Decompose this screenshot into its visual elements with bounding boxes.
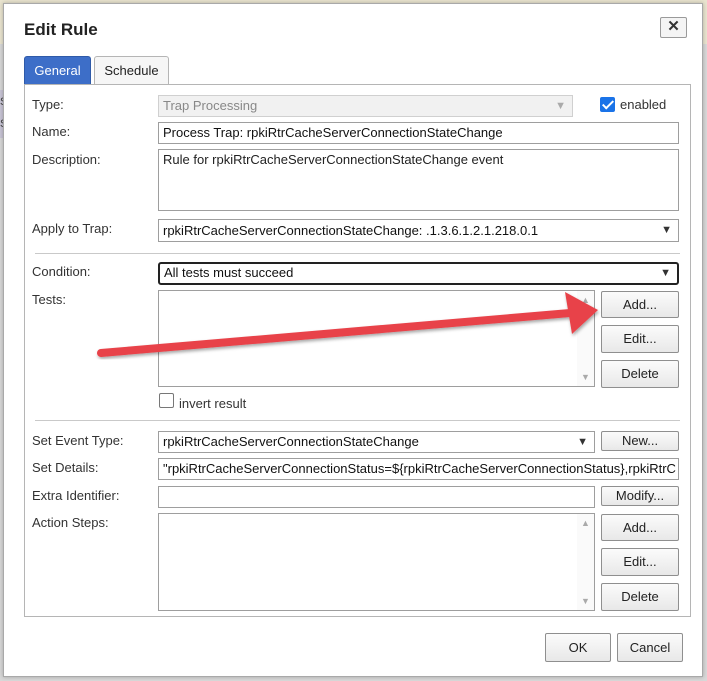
action-steps-list[interactable]: ▲ ▼	[158, 513, 595, 611]
action-steps-add-button[interactable]: Add...	[601, 514, 679, 541]
apply-to-trap-select[interactable]: rpkiRtrCacheServerConnectionStateChange:…	[158, 219, 679, 242]
ok-button[interactable]: OK	[545, 633, 611, 662]
condition-label: Condition:	[32, 264, 91, 279]
close-button[interactable]: ✕	[660, 17, 687, 38]
tab-schedule[interactable]: Schedule	[94, 56, 169, 84]
tests-delete-button[interactable]: Delete	[601, 360, 679, 388]
apply-to-trap-label: Apply to Trap:	[32, 221, 113, 236]
tests-label: Tests:	[32, 292, 66, 307]
apply-to-trap-value: rpkiRtrCacheServerConnectionStateChange:…	[163, 223, 539, 238]
dialog-title: Edit Rule	[24, 20, 98, 39]
tab-general[interactable]: General	[24, 56, 91, 84]
divider	[35, 420, 680, 421]
invert-result-checkbox[interactable]	[159, 393, 174, 408]
chevron-down-icon: ▼	[660, 267, 671, 279]
set-details-label: Set Details:	[32, 460, 99, 475]
action-steps-edit-button[interactable]: Edit...	[601, 548, 679, 576]
edit-rule-dialog: Edit Rule ✕ General Schedule Type: Trap …	[3, 3, 703, 677]
chevron-down-icon: ▼	[577, 436, 588, 448]
description-value: Rule for rpkiRtrCacheServerConnectionSta…	[163, 152, 504, 167]
tests-edit-button[interactable]: Edit...	[601, 325, 679, 353]
enabled-checkbox[interactable]	[600, 97, 615, 112]
modify-button[interactable]: Modify...	[601, 486, 679, 506]
scroll-down-icon[interactable]: ▼	[581, 372, 590, 382]
general-panel: Type: Trap Processing ▼ enabled Name: Pr…	[24, 84, 691, 617]
type-label: Type:	[32, 97, 64, 112]
chevron-down-icon: ▼	[555, 100, 566, 112]
name-input[interactable]: Process Trap: rpkiRtrCacheServerConnecti…	[158, 122, 679, 144]
cancel-button[interactable]: Cancel	[617, 633, 683, 662]
enabled-label: enabled	[620, 97, 667, 112]
condition-value: All tests must succeed	[164, 265, 294, 280]
scroll-up-icon[interactable]: ▲	[581, 295, 590, 305]
scroll-down-icon[interactable]: ▼	[581, 596, 590, 606]
chevron-down-icon: ▼	[661, 224, 672, 236]
action-steps-scrollbar[interactable]: ▲ ▼	[577, 514, 594, 610]
set-details-input[interactable]: "rpkiRtrCacheServerConnectionStatus=${rp…	[158, 458, 679, 480]
action-steps-delete-button[interactable]: Delete	[601, 583, 679, 611]
description-label: Description:	[32, 152, 101, 167]
action-steps-label: Action Steps:	[32, 515, 109, 530]
name-label: Name:	[32, 124, 71, 139]
tests-add-button[interactable]: Add...	[601, 291, 679, 318]
extra-identifier-input[interactable]	[158, 486, 595, 508]
divider	[35, 253, 680, 254]
extra-identifier-label: Extra Identifier:	[32, 488, 120, 503]
new-event-type-button[interactable]: New...	[601, 431, 679, 451]
event-type-label: Set Event Type:	[32, 433, 124, 448]
condition-select[interactable]: All tests must succeed ▼	[158, 262, 679, 285]
description-textarea[interactable]: Rule for rpkiRtrCacheServerConnectionSta…	[158, 149, 679, 211]
tests-scrollbar[interactable]: ▲ ▼	[577, 291, 594, 386]
scroll-up-icon[interactable]: ▲	[581, 518, 590, 528]
close-icon: ✕	[667, 18, 680, 35]
type-value: Trap Processing	[163, 98, 258, 113]
invert-result-label: invert result	[179, 396, 247, 411]
tests-list[interactable]: ▲ ▼	[158, 290, 595, 387]
event-type-select[interactable]: rpkiRtrCacheServerConnectionStateChange …	[158, 431, 595, 453]
event-type-value: rpkiRtrCacheServerConnectionStateChange	[163, 434, 419, 449]
type-select: Trap Processing ▼	[158, 95, 573, 117]
